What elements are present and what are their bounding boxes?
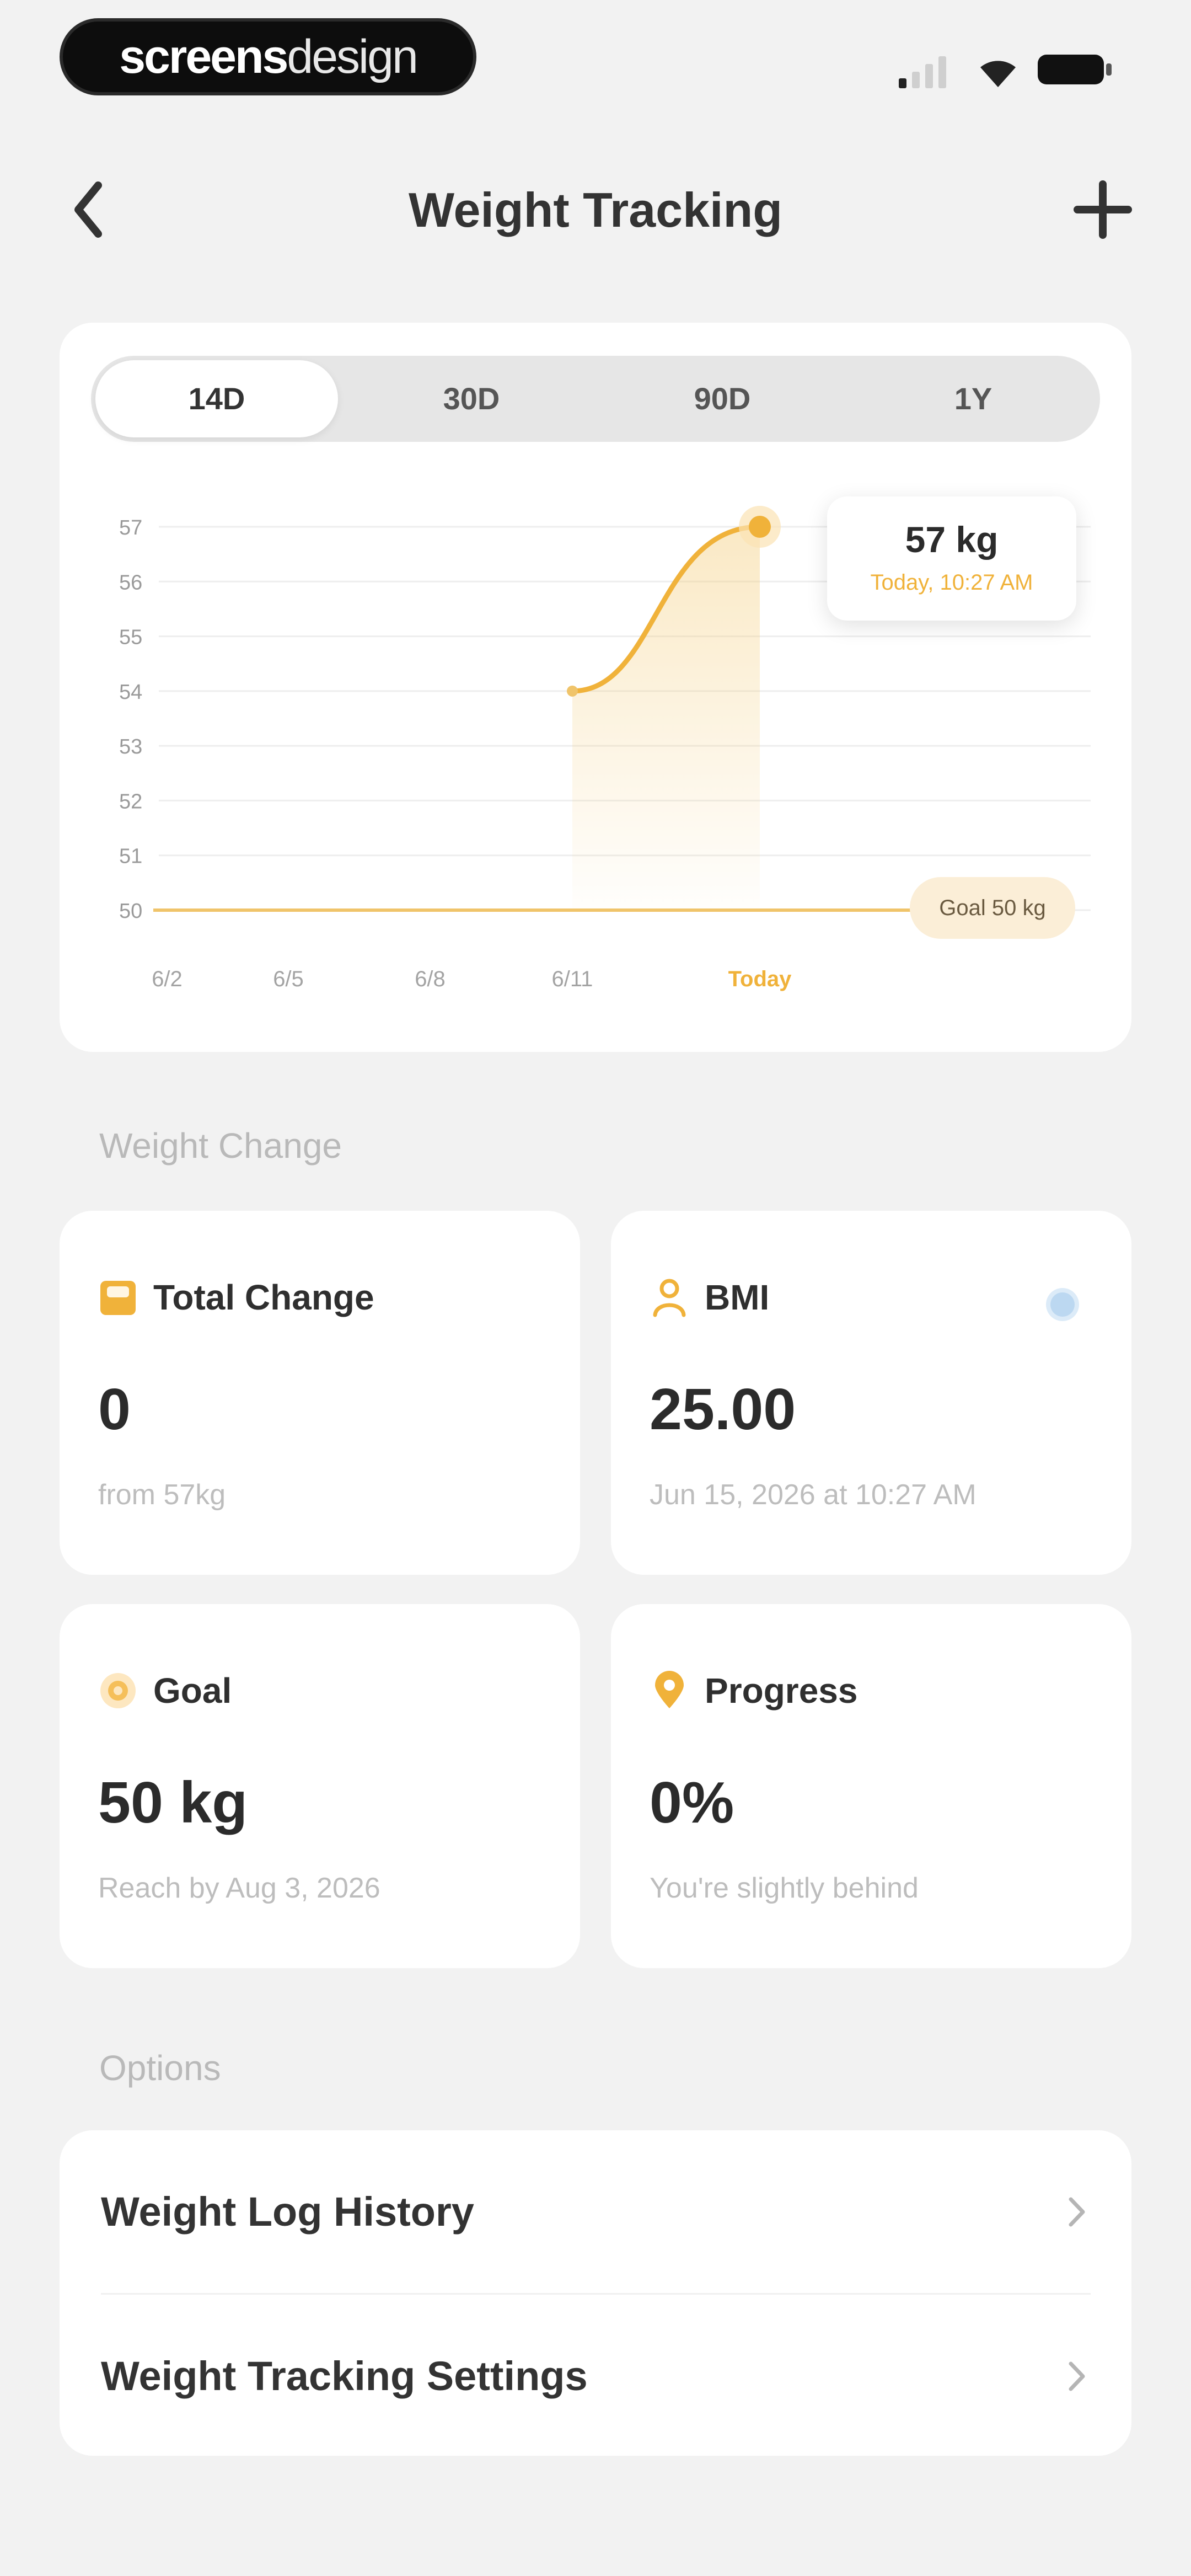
goal-sub: Reach by Aug 3, 2026 <box>98 1872 380 1904</box>
goal-card: Goal 50 kg Reach by Aug 3, 2026 <box>60 1604 580 1968</box>
option-weight-log-history[interactable]: Weight Log History <box>101 2130 1091 2293</box>
brand-part2: design <box>287 30 418 83</box>
progress-label: Progress <box>705 1671 858 1711</box>
total-change-label: Total Change <box>153 1278 374 1317</box>
target-icon <box>100 1673 136 1708</box>
y-tick-label: 53 <box>119 735 142 758</box>
y-tick-label: 51 <box>119 845 142 868</box>
bmi-value: 25.00 <box>650 1377 796 1442</box>
progress-card: Progress 0% You're slightly behind <box>611 1604 1131 1968</box>
add-icon[interactable] <box>1070 177 1136 243</box>
y-tick-label: 52 <box>119 790 142 813</box>
page-title: Weight Tracking <box>408 183 783 237</box>
bmi-sub: Jun 15, 2026 at 10:27 AM <box>650 1479 977 1511</box>
progress-value: 0% <box>650 1770 734 1835</box>
x-tick-label: 6/2 <box>152 967 183 991</box>
tab-1y[interactable]: 1Y <box>849 356 1097 442</box>
x-tick-label: Today <box>728 967 792 991</box>
total-change-card: Total Change 0 from 57kg <box>60 1211 580 1575</box>
wifi-icon <box>980 61 1016 87</box>
y-tick-label: 56 <box>119 571 142 594</box>
range-segmented-control: 14D 30D 90D 1Y <box>91 356 1100 442</box>
chart-tooltip: 57 kg Today, 10:27 AM <box>827 496 1076 621</box>
goal-label-text: Goal <box>153 1671 232 1711</box>
option-label: Weight Log History <box>101 2189 474 2235</box>
signal-icon <box>899 56 946 88</box>
tab-90d[interactable]: 90D <box>596 356 849 442</box>
tab-14d[interactable]: 14D <box>95 360 338 437</box>
x-tick-label: 6/8 <box>415 967 446 991</box>
bmi-label: BMI <box>705 1278 770 1317</box>
y-tick-label: 54 <box>119 681 142 704</box>
progress-sub: You're slightly behind <box>650 1872 919 1904</box>
tooltip-value: 57 kg <box>905 519 999 560</box>
y-tick-label: 50 <box>119 900 142 923</box>
location-pin-icon <box>655 1671 684 1708</box>
data-point-today[interactable] <box>749 516 771 538</box>
brand-part1: screens <box>119 30 288 83</box>
brand-badge: screens design <box>60 18 476 95</box>
total-change-sub: from 57kg <box>98 1479 226 1511</box>
chevron-right-icon <box>1069 2361 1085 2391</box>
person-icon <box>653 1279 686 1317</box>
scale-icon <box>100 1281 136 1315</box>
info-icon[interactable] <box>1043 1285 1082 1324</box>
options-list: Weight Log History Weight Tracking Setti… <box>60 2130 1131 2456</box>
data-point-start[interactable] <box>567 685 578 697</box>
weight-change-header: Weight Change <box>99 1126 342 1166</box>
bmi-card: BMI 25.00 Jun 15, 2026 at 10:27 AM <box>611 1211 1131 1575</box>
tab-30d[interactable]: 30D <box>347 356 596 442</box>
y-tick-label: 55 <box>119 626 142 649</box>
tooltip-time: Today, 10:27 AM <box>870 570 1033 595</box>
option-label: Weight Tracking Settings <box>101 2353 588 2399</box>
goal-label: Goal 50 kg <box>910 877 1075 939</box>
x-tick-label: 6/11 <box>552 967 593 991</box>
goal-value: 50 kg <box>98 1770 248 1835</box>
weight-area <box>572 527 760 910</box>
battery-icon <box>1038 55 1112 84</box>
total-change-value: 0 <box>98 1377 131 1442</box>
chevron-right-icon <box>1069 2197 1085 2226</box>
option-weight-tracking-settings[interactable]: Weight Tracking Settings <box>101 2295 1091 2457</box>
options-header: Options <box>99 2048 221 2088</box>
x-tick-label: 6/5 <box>273 967 304 991</box>
y-tick-label: 57 <box>119 516 142 539</box>
